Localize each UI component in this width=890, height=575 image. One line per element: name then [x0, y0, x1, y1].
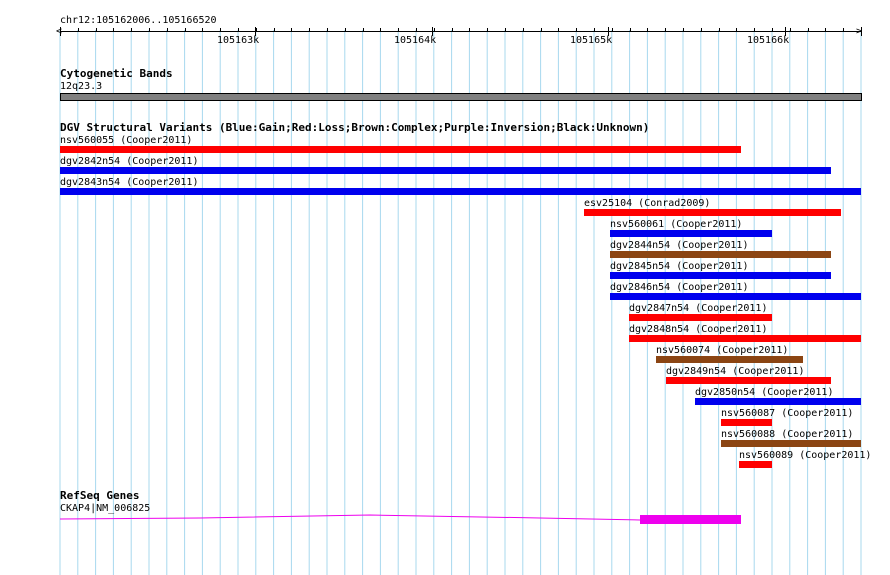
ruler-minor-tick [256, 28, 257, 31]
dgv-variant-label[interactable]: dgv2846n54 (Cooper2011) [610, 282, 748, 293]
dgv-variant-label[interactable]: dgv2850n54 (Cooper2011) [695, 387, 833, 398]
gene-exon-block[interactable] [640, 515, 741, 524]
ruler-minor-tick [541, 28, 542, 31]
dgv-variant-label[interactable]: dgv2843n54 (Cooper2011) [60, 177, 198, 188]
ruler-minor-tick [398, 28, 399, 31]
ruler-minor-tick [576, 28, 577, 31]
ruler-tick-label: 105163k [217, 35, 260, 46]
ruler-minor-tick [238, 28, 239, 31]
dgv-variant-bar[interactable] [60, 188, 861, 195]
cytoband-track-title[interactable]: Cytogenetic Bands [60, 68, 173, 80]
ruler-minor-tick [345, 28, 346, 31]
gene-intron-line [59, 514, 641, 521]
dgv-variant-bar[interactable] [610, 272, 831, 279]
ruler-axis [60, 31, 862, 32]
ruler-minor-tick [843, 28, 844, 31]
dgv-variant-label[interactable]: nsv560087 (Cooper2011) [721, 408, 853, 419]
ruler-minor-tick [327, 28, 328, 31]
ruler-minor-tick [665, 28, 666, 31]
dgv-variant-bar[interactable] [584, 209, 841, 216]
dgv-variant-bar[interactable] [629, 314, 772, 321]
ruler-minor-tick [558, 28, 559, 31]
dgv-variant-label[interactable]: dgv2842n54 (Cooper2011) [60, 156, 198, 167]
dgv-variant-label[interactable]: nsv560061 (Cooper2011) [610, 219, 742, 230]
dgv-variant-label[interactable]: dgv2849n54 (Cooper2011) [666, 366, 804, 377]
ruler-minor-tick [60, 28, 61, 31]
ruler-minor-tick [719, 28, 720, 31]
dgv-variant-label[interactable]: dgv2848n54 (Cooper2011) [629, 324, 767, 335]
dgv-variant-label[interactable]: dgv2847n54 (Cooper2011) [629, 303, 767, 314]
dgv-variant-bar[interactable] [60, 146, 741, 153]
ruler-minor-tick [505, 28, 506, 31]
ruler-minor-tick [594, 28, 595, 31]
dgv-variant-label[interactable]: esv25104 (Conrad2009) [584, 198, 710, 209]
ruler-minor-tick [167, 28, 168, 31]
dgv-variant-bar[interactable] [666, 377, 831, 384]
ruler-minor-tick [772, 28, 773, 31]
ruler-minor-tick [683, 28, 684, 31]
ruler-minor-tick [523, 28, 524, 31]
cytoband-bar[interactable] [60, 93, 862, 101]
ruler-minor-tick [452, 28, 453, 31]
ruler-minor-tick [630, 28, 631, 31]
dgv-variant-label[interactable]: nsv560089 (Cooper2011) [739, 450, 871, 461]
dgv-variant-bar[interactable] [610, 230, 772, 237]
ruler-minor-tick [647, 28, 648, 31]
ruler-minor-tick [131, 28, 132, 31]
dgv-variant-bar[interactable] [721, 419, 772, 426]
ruler-minor-tick [380, 28, 381, 31]
ruler-tick-label: 105166k [747, 35, 790, 46]
ruler-minor-tick [291, 28, 292, 31]
ruler-minor-tick [754, 28, 755, 31]
dgv-variant-bar[interactable] [656, 356, 803, 363]
ruler-tick-label: 105165k [570, 35, 613, 46]
dgv-variant-label[interactable]: dgv2844n54 (Cooper2011) [610, 240, 748, 251]
ruler-minor-tick [736, 28, 737, 31]
locus-label: chr12:105162006..105166520 [60, 15, 217, 26]
ruler-minor-tick [416, 28, 417, 31]
ruler-minor-tick [274, 28, 275, 31]
ruler-minor-tick [612, 28, 613, 31]
ruler-minor-tick [808, 28, 809, 31]
ruler-minor-tick [220, 28, 221, 31]
dgv-variant-bar[interactable] [610, 293, 861, 300]
ruler-minor-tick [363, 28, 364, 31]
ruler-tick-label: 105164k [394, 35, 437, 46]
ruler-minor-tick [701, 28, 702, 31]
dgv-variant-label[interactable]: nsv560088 (Cooper2011) [721, 429, 853, 440]
dgv-variant-label[interactable]: nsv560074 (Cooper2011) [656, 345, 788, 356]
ruler-minor-tick [487, 28, 488, 31]
ruler-minor-tick [202, 28, 203, 31]
ruler-minor-tick [825, 28, 826, 31]
refseq-gene-model[interactable] [0, 505, 890, 535]
dgv-variant-bar[interactable] [610, 251, 831, 258]
ruler-minor-tick [469, 28, 470, 31]
dgv-variant-bar[interactable] [739, 461, 772, 468]
ruler-minor-tick [790, 28, 791, 31]
cytoband-label: 12q23.3 [60, 81, 103, 92]
ruler-minor-tick [78, 28, 79, 31]
ruler-minor-tick [149, 28, 150, 31]
dgv-variant-bar[interactable] [60, 167, 831, 174]
ruler-minor-tick [309, 28, 310, 31]
dgv-variant-label[interactable]: dgv2845n54 (Cooper2011) [610, 261, 748, 272]
ruler-minor-tick [96, 28, 97, 31]
dgv-variant-bar[interactable] [721, 440, 861, 447]
dgv-variant-label[interactable]: nsv560055 (Cooper2011) [60, 135, 192, 146]
ruler-minor-tick [113, 28, 114, 31]
dgv-variant-bar[interactable] [629, 335, 861, 342]
refseq-track-title[interactable]: RefSeq Genes [60, 490, 139, 502]
ruler-minor-tick [185, 28, 186, 31]
dgv-track-title[interactable]: DGV Structural Variants (Blue:Gain;Red:L… [60, 122, 649, 134]
ruler-minor-tick [434, 28, 435, 31]
ruler-minor-tick [861, 28, 862, 31]
dgv-variant-bar[interactable] [695, 398, 861, 405]
